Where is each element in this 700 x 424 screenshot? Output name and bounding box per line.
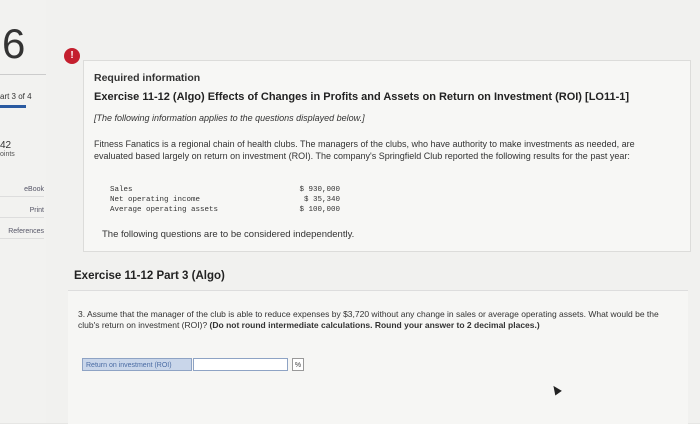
alert-icon: ! — [64, 48, 80, 64]
row-label: Net operating income — [110, 196, 201, 204]
part-progress-bar — [0, 105, 26, 108]
part-title: Exercise 11-12 Part 3 (Algo) — [74, 270, 225, 282]
ebook-link[interactable]: eBook — [0, 186, 44, 197]
scenario-paragraph: Fitness Fanatics is a regional chain of … — [94, 139, 635, 161]
question-text: 3. Assume that the manager of the club i… — [78, 309, 668, 331]
roi-answer-input[interactable] — [193, 358, 288, 371]
row-label: Sales — [110, 186, 133, 194]
mouse-cursor-icon — [550, 383, 562, 396]
main-content: ! Required information Exercise 11-12 (A… — [46, 0, 700, 424]
row-value: $ 930,000 — [299, 186, 340, 194]
info-note: [The following information applies to th… — [94, 113, 365, 123]
question-instruction: (Do not round intermediate calculations.… — [209, 320, 540, 330]
points-label: oints — [0, 151, 15, 158]
table-row: Net operating income $ 35,340 — [110, 196, 340, 206]
exercise-title: Exercise 11-12 (Algo) Effects of Changes… — [94, 91, 630, 103]
percent-unit: % — [292, 358, 304, 371]
table-row: Average operating assets $ 100,000 — [110, 206, 340, 216]
financial-table: Sales $ 930,000 Net operating income $ 3… — [110, 186, 340, 216]
row-value: $ 35,340 — [303, 196, 340, 204]
sidebar: 6 art 3 of 4 42 oints eBook Print Refere… — [0, 0, 47, 423]
references-link[interactable]: References — [0, 228, 44, 239]
table-row: Sales $ 930,000 — [110, 186, 340, 196]
answer-label: Return on investment (ROI) — [82, 358, 192, 371]
question-panel: 3. Assume that the manager of the club i… — [68, 290, 688, 424]
points-value: 42 — [0, 140, 12, 151]
independent-note: The following questions are to be consid… — [102, 229, 355, 240]
row-value: $ 100,000 — [299, 206, 340, 214]
question-number: 6 — [0, 14, 46, 75]
required-info-heading: Required information — [94, 72, 201, 84]
print-link[interactable]: Print — [0, 207, 44, 218]
required-information-panel: Required information Exercise 11-12 (Alg… — [83, 60, 691, 252]
part-progress-label: art 3 of 4 — [0, 92, 32, 101]
row-label: Average operating assets — [110, 206, 219, 214]
